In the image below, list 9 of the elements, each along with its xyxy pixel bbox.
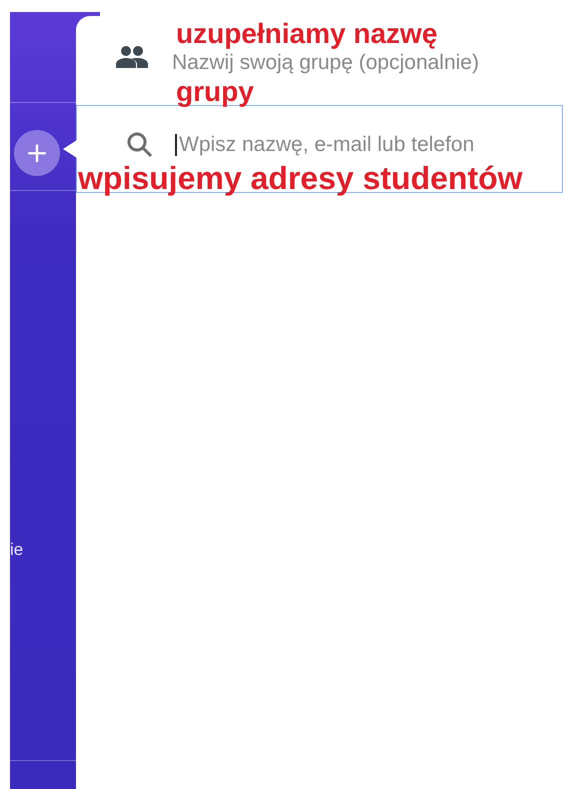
group-name-field[interactable]: Nazwij swoją grupę (opcjonalnie) [172,52,532,74]
group-icon [116,46,148,68]
annotation-text: uzupełniamy nazwę [176,18,438,50]
sidebar-label: ie [10,540,24,560]
annotation-text: wpisujemy adresy studentów [78,160,523,196]
search-field[interactable]: Wpisz nazwę, e-mail lub telefon [175,134,539,156]
add-button[interactable]: + [14,130,60,176]
annotation-text: grupy [176,76,254,108]
search-icon [127,132,153,158]
